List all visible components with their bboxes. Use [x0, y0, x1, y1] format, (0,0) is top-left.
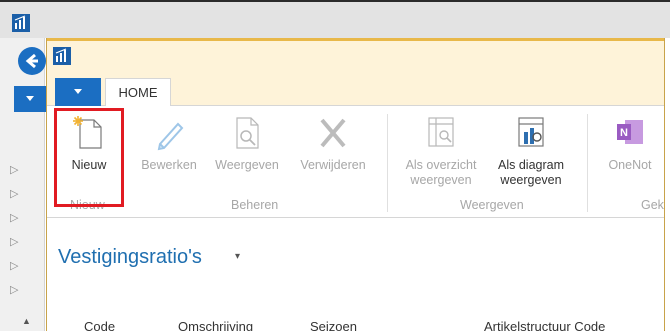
tab-home[interactable]: HOME — [105, 78, 171, 107]
column-header-season[interactable]: Seizoen — [310, 319, 357, 331]
column-header-description[interactable]: Omschrijving — [178, 319, 253, 331]
column-header-item-structure-code[interactable]: Artikelstructuur Code — [484, 319, 605, 331]
outer-nav-dropdown[interactable] — [14, 86, 46, 112]
onenote-icon: N — [613, 114, 647, 152]
view-button[interactable]: Weergeven — [207, 114, 287, 190]
app-logo-icon — [12, 14, 30, 32]
nav-expand-icon[interactable]: ▷ — [10, 206, 26, 230]
show-as-list-button[interactable]: Als overzicht weergeven — [395, 114, 487, 190]
outer-titlebar — [0, 0, 670, 38]
nav-expand-icon[interactable]: ▷ — [10, 254, 26, 278]
pencil-icon — [152, 114, 186, 152]
highlight-annotation-box — [54, 108, 124, 207]
ribbon-tabstrip: HOME — [47, 70, 664, 107]
view-document-icon — [230, 114, 264, 152]
title-dropdown-caret-icon[interactable]: ▾ — [235, 251, 240, 262]
svg-text:N: N — [620, 127, 628, 139]
show-as-list-label: Als overzicht weergeven — [405, 158, 477, 187]
back-arrow-icon — [25, 53, 38, 69]
app-logo-icon — [53, 47, 71, 65]
nav-expand-icon[interactable]: ▷ — [10, 182, 26, 206]
chart-view-icon — [514, 114, 548, 152]
nav-expand-icon[interactable]: ▷ — [10, 230, 26, 254]
back-button[interactable] — [18, 47, 46, 75]
show-as-chart-label: Als diagram weergeven — [498, 158, 564, 187]
edit-button[interactable]: Bewerken — [133, 114, 205, 190]
group-label-view: Weergeven — [460, 198, 524, 212]
list-view-icon — [424, 114, 458, 152]
ribbon-separator — [587, 114, 588, 212]
view-button-label: Weergeven — [215, 158, 279, 172]
page-title[interactable]: Vestigingsratio's — [58, 246, 202, 269]
column-header-code[interactable]: Code — [84, 319, 115, 331]
inner-window: HOME Nieuw Bewerken Weergeven Verwijdere… — [46, 38, 665, 331]
delete-x-icon — [316, 114, 350, 152]
edit-button-label: Bewerken — [141, 158, 197, 172]
chevron-down-icon — [26, 96, 34, 101]
delete-button-label: Verwijderen — [300, 158, 366, 172]
ribbon-separator — [387, 114, 388, 212]
group-label-linked: Gek — [641, 198, 664, 212]
nav-expand-icon[interactable]: ▷ — [10, 158, 26, 182]
group-label-manage: Beheren — [231, 198, 279, 212]
ribbon: Nieuw Bewerken Weergeven Verwijderen Als… — [47, 106, 664, 218]
delete-button[interactable]: Verwijderen — [290, 114, 376, 190]
onenote-button[interactable]: N OneNot — [595, 114, 665, 190]
application-menu-button[interactable] — [55, 78, 101, 106]
nav-chevron-list: ▷ ▷ ▷ ▷ ▷ ▷ — [10, 158, 26, 302]
window-titlebar — [47, 38, 664, 70]
nav-expand-icon[interactable]: ▷ — [10, 278, 26, 302]
chevron-down-icon — [74, 89, 82, 94]
show-as-chart-button[interactable]: Als diagram weergeven — [487, 114, 575, 190]
list-column-headers: Code Omschrijving Seizoen Artikelstructu… — [0, 319, 670, 331]
onenote-button-label: OneNot — [608, 158, 652, 172]
